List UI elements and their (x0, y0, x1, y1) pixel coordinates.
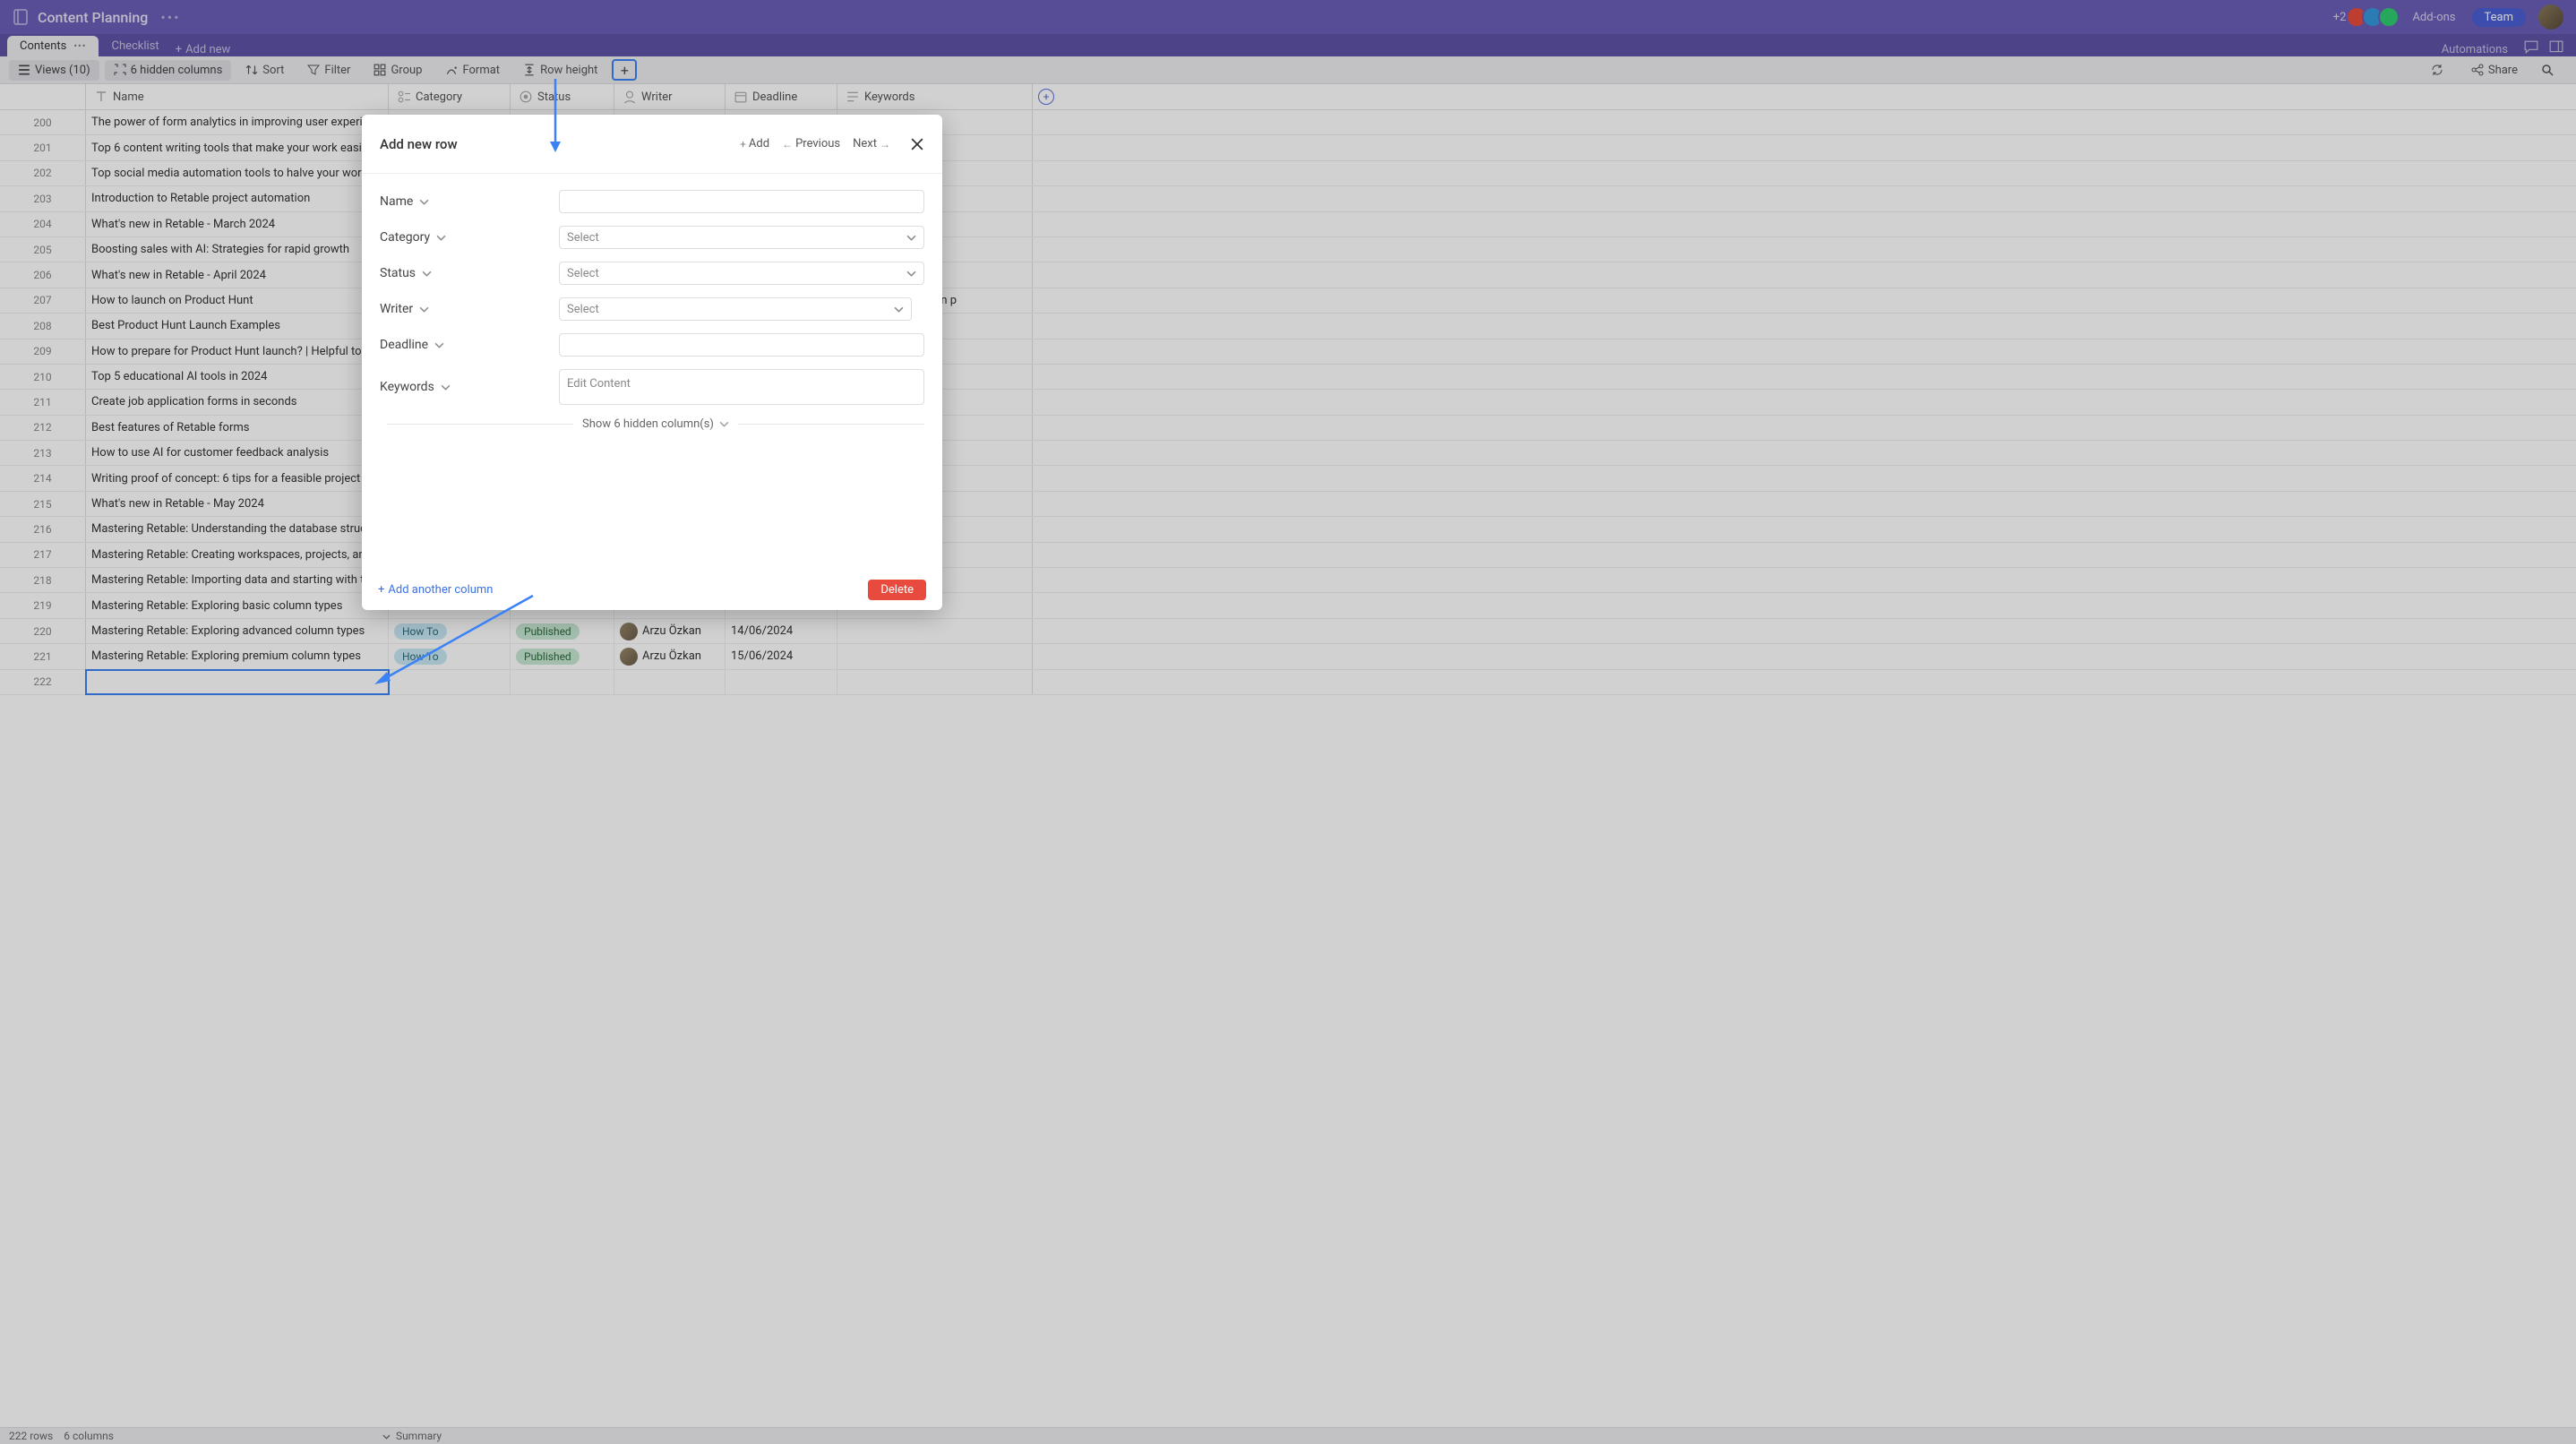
modal-add-button[interactable]: +Add (740, 137, 769, 150)
field-label-name[interactable]: Name (380, 194, 559, 209)
modal-next-button[interactable]: Next→ (853, 137, 890, 150)
add-column-link[interactable]: +Add another column (378, 583, 494, 597)
writer-select[interactable]: Select (559, 297, 912, 321)
field-label-writer[interactable]: Writer (380, 302, 559, 316)
deadline-input[interactable] (559, 333, 924, 357)
chevron-down-icon (906, 271, 916, 277)
status-select[interactable]: Select (559, 262, 924, 285)
field-label-keywords[interactable]: Keywords (380, 380, 559, 394)
field-label-status[interactable]: Status (380, 266, 559, 280)
modal-previous-button[interactable]: ←Previous (782, 137, 840, 150)
close-icon[interactable] (910, 137, 924, 151)
name-input[interactable] (559, 190, 924, 213)
add-row-modal: Add new row +Add ←Previous Next→ Name Ca… (362, 115, 942, 610)
modal-body: Name Category Select Status Select Write… (362, 174, 942, 569)
modal-footer: +Add another column Delete (362, 569, 942, 610)
delete-button[interactable]: Delete (868, 580, 926, 600)
chevron-down-icon (906, 235, 916, 241)
modal-title: Add new row (380, 136, 458, 152)
chevron-down-icon (894, 306, 904, 313)
field-label-deadline[interactable]: Deadline (380, 338, 559, 352)
modal-header: Add new row +Add ←Previous Next→ (362, 115, 942, 174)
category-select[interactable]: Select (559, 226, 924, 249)
show-hidden-columns[interactable]: Show 6 hidden column(s) (387, 417, 924, 431)
field-label-category[interactable]: Category (380, 230, 559, 245)
keywords-textarea[interactable]: Edit Content (559, 369, 924, 405)
